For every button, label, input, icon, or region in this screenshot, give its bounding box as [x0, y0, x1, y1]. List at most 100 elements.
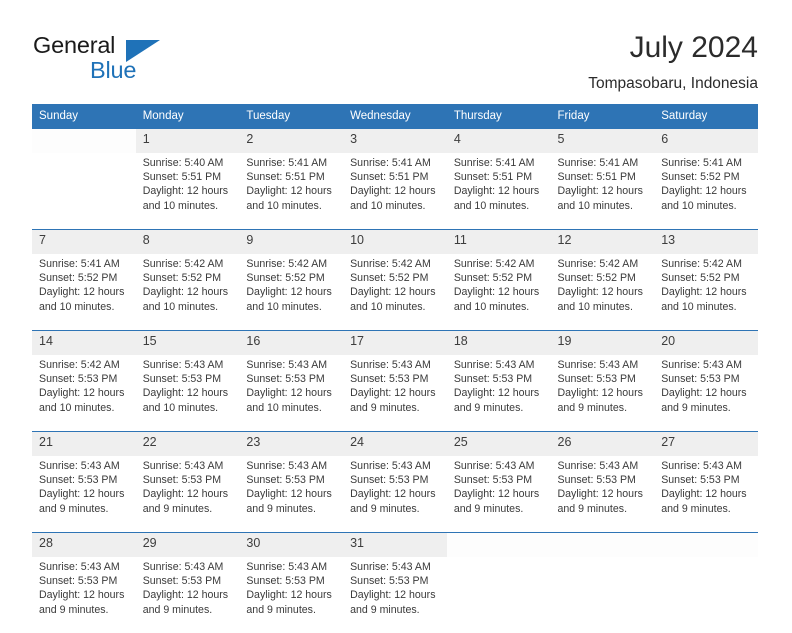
day-number-5[interactable]: 5 — [550, 129, 655, 153]
sunset-text: Sunset: 5:52 PM — [246, 272, 325, 285]
sunset-text: Sunset: 5:51 PM — [453, 171, 533, 184]
day-detail-3: Sunrise: 5:41 AM Sunset: 5:51 PM Daylight:… — [343, 153, 447, 230]
sunrise-text: Sunrise: 5:43 AM — [246, 460, 328, 472]
day-number-19[interactable]: 19 — [550, 330, 655, 355]
week-daynumber-row: 14 15 16 17 18 19 20 — [32, 330, 758, 355]
week-detail-row: Sunrise: 5:40 AM Sunset: 5:51 PM Daylight:… — [32, 153, 758, 230]
day-number-25[interactable]: 25 — [446, 431, 551, 456]
day-number-7[interactable]: 7 — [32, 229, 136, 254]
day-number-empty — [32, 129, 136, 153]
daylight-text-cont: and 9 minutes. — [557, 502, 628, 515]
weekday-header-wednesday: Wednesday — [343, 104, 447, 129]
sunset-text: Sunset: 5:53 PM — [39, 575, 118, 588]
day-detail-14: Sunrise: 5:42 AM Sunset: 5:53 PM Daylight:… — [32, 355, 136, 432]
day-number-1[interactable]: 1 — [135, 129, 240, 153]
weekday-header-saturday: Saturday — [654, 104, 758, 129]
page-header: General Blue July 2024 Tompasobaru, Indo… — [33, 30, 758, 96]
daylight-text: Daylight: 12 hours — [142, 286, 229, 299]
sunset-text: Sunset: 5:53 PM — [39, 373, 118, 386]
sunrise-text: Sunrise: 5:43 AM — [350, 359, 431, 371]
day-detail-30: Sunrise: 5:43 AM Sunset: 5:53 PM Daylight:… — [239, 557, 344, 633]
day-detail-1: Sunrise: 5:40 AM Sunset: 5:51 PM Daylight:… — [135, 153, 240, 230]
day-number-13[interactable]: 13 — [654, 229, 758, 254]
daylight-text: Daylight: 12 hours — [453, 488, 540, 501]
day-detail-12: Sunrise: 5:42 AM Sunset: 5:52 PM Daylight:… — [550, 254, 655, 331]
sunset-text: Sunset: 5:53 PM — [453, 373, 533, 386]
daylight-text-cont: and 10 minutes. — [661, 300, 737, 313]
day-number-9[interactable]: 9 — [239, 229, 344, 254]
sunrise-text: Sunrise: 5:41 AM — [350, 157, 431, 169]
day-number-29[interactable]: 29 — [135, 532, 240, 557]
daylight-text: Daylight: 12 hours — [557, 488, 643, 501]
day-number-27[interactable]: 27 — [654, 431, 758, 456]
day-detail-empty — [446, 557, 551, 633]
day-detail-16: Sunrise: 5:43 AM Sunset: 5:53 PM Daylight:… — [239, 355, 344, 432]
sunset-text: Sunset: 5:52 PM — [39, 272, 118, 285]
general-blue-logo[interactable]: General Blue — [33, 32, 233, 88]
sunrise-text: Sunrise: 5:43 AM — [453, 460, 535, 472]
daylight-text: Daylight: 12 hours — [142, 488, 229, 501]
sunrise-text: Sunrise: 5:43 AM — [142, 460, 224, 472]
day-number-11[interactable]: 11 — [446, 229, 551, 254]
sunrise-text: Sunrise: 5:43 AM — [661, 359, 742, 371]
day-number-23[interactable]: 23 — [239, 431, 344, 456]
sunrise-text: Sunrise: 5:43 AM — [39, 460, 120, 472]
sunset-text: Sunset: 5:53 PM — [350, 575, 429, 588]
daylight-text: Daylight: 12 hours — [350, 488, 436, 501]
day-detail-empty — [32, 153, 136, 230]
day-number-4[interactable]: 4 — [446, 129, 551, 153]
daylight-text-cont: and 9 minutes. — [453, 502, 524, 515]
day-number-24[interactable]: 24 — [343, 431, 447, 456]
day-number-18[interactable]: 18 — [446, 330, 551, 355]
sunset-text: Sunset: 5:53 PM — [350, 373, 429, 386]
day-number-8[interactable]: 8 — [135, 229, 240, 254]
day-number-2[interactable]: 2 — [239, 129, 344, 153]
day-number-16[interactable]: 16 — [239, 330, 344, 355]
daylight-text-cont: and 10 minutes. — [453, 199, 530, 212]
day-number-28[interactable]: 28 — [32, 532, 136, 557]
daylight-text: Daylight: 12 hours — [453, 286, 540, 299]
day-number-26[interactable]: 26 — [550, 431, 655, 456]
daylight-text-cont: and 9 minutes. — [350, 603, 420, 616]
day-detail-11: Sunrise: 5:42 AM Sunset: 5:52 PM Daylight:… — [446, 254, 551, 331]
day-detail-31: Sunrise: 5:43 AM Sunset: 5:53 PM Daylight:… — [343, 557, 447, 633]
day-number-17[interactable]: 17 — [343, 330, 447, 355]
day-detail-27: Sunrise: 5:43 AM Sunset: 5:53 PM Daylight:… — [654, 456, 758, 533]
daylight-text: Daylight: 12 hours — [557, 185, 643, 198]
sunset-text: Sunset: 5:53 PM — [246, 373, 325, 386]
day-detail-29: Sunrise: 5:43 AM Sunset: 5:53 PM Daylight:… — [135, 557, 240, 633]
day-number-15[interactable]: 15 — [135, 330, 240, 355]
sunrise-text: Sunrise: 5:43 AM — [39, 561, 120, 573]
daylight-text-cont: and 10 minutes. — [350, 199, 426, 212]
sunset-text: Sunset: 5:53 PM — [661, 474, 740, 487]
calendar-header-row: Sunday Monday Tuesday Wednesday Thursday Frid… — [32, 104, 758, 129]
day-number-10[interactable]: 10 — [343, 229, 447, 254]
day-number-22[interactable]: 22 — [135, 431, 240, 456]
day-detail-empty — [654, 557, 758, 633]
daylight-text-cont: and 10 minutes. — [142, 401, 219, 414]
day-number-6[interactable]: 6 — [654, 129, 758, 153]
daylight-text: Daylight: 12 hours — [453, 185, 540, 198]
sunrise-text: Sunrise: 5:41 AM — [453, 157, 535, 169]
day-number-31[interactable]: 31 — [343, 532, 447, 557]
day-detail-8: Sunrise: 5:42 AM Sunset: 5:52 PM Daylight:… — [135, 254, 240, 331]
sunrise-text: Sunrise: 5:40 AM — [142, 157, 224, 169]
sunrise-text: Sunrise: 5:42 AM — [350, 258, 431, 270]
daylight-text: Daylight: 12 hours — [39, 488, 125, 501]
daylight-text-cont: and 10 minutes. — [142, 300, 219, 313]
day-number-20[interactable]: 20 — [654, 330, 758, 355]
daylight-text: Daylight: 12 hours — [661, 286, 747, 299]
day-number-3[interactable]: 3 — [343, 129, 447, 153]
day-number-21[interactable]: 21 — [32, 431, 136, 456]
daylight-text: Daylight: 12 hours — [661, 488, 747, 501]
daylight-text: Daylight: 12 hours — [142, 387, 229, 400]
day-number-14[interactable]: 14 — [32, 330, 136, 355]
day-number-empty — [550, 532, 655, 557]
daylight-text-cont: and 9 minutes. — [39, 502, 109, 515]
weekday-header-sunday: Sunday — [32, 104, 136, 129]
day-number-12[interactable]: 12 — [550, 229, 655, 254]
day-number-30[interactable]: 30 — [239, 532, 344, 557]
sunset-text: Sunset: 5:51 PM — [142, 171, 222, 184]
logo-text-blue: Blue — [90, 57, 137, 83]
week-detail-row: Sunrise: 5:43 AM Sunset: 5:53 PM Daylight:… — [32, 557, 758, 633]
